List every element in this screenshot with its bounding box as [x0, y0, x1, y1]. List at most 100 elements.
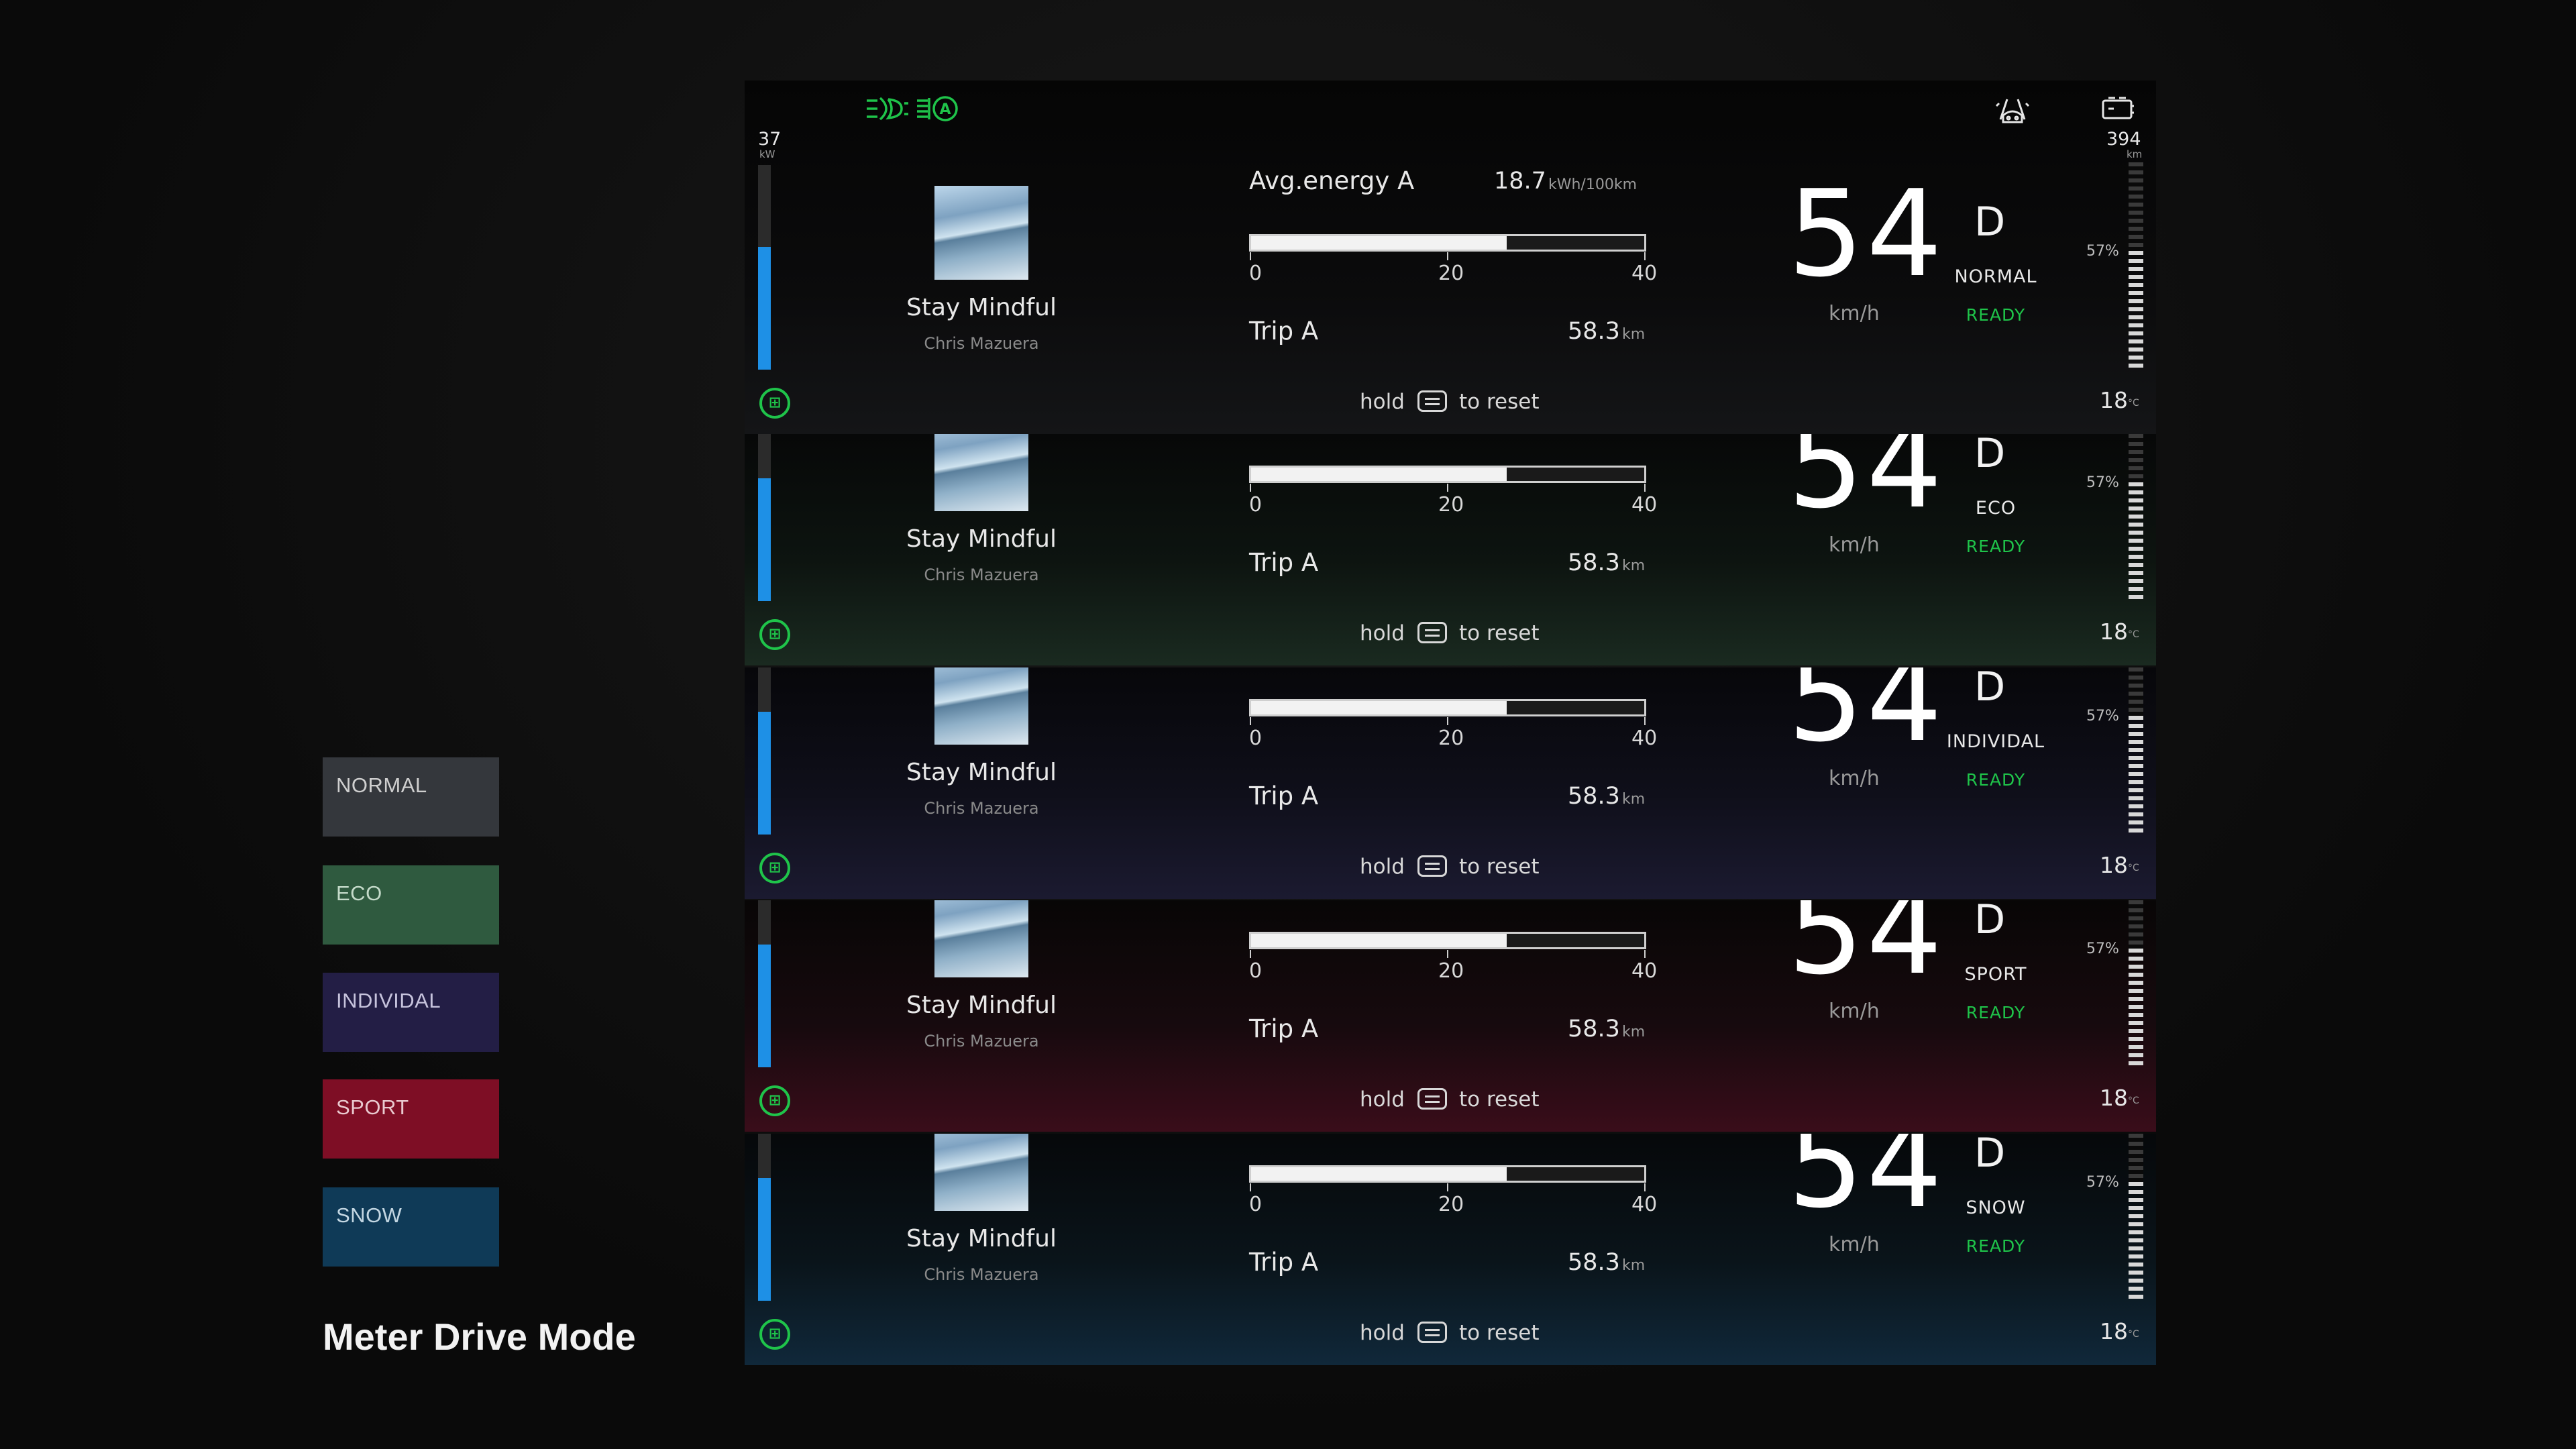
trip-value: 58.3 — [1568, 1016, 1620, 1042]
speed-unit: km/h — [1829, 1000, 1880, 1023]
power-meter — [758, 434, 771, 601]
speed-value: 54 — [1788, 667, 1945, 768]
soc-meter — [2129, 900, 2143, 1067]
soc-meter — [2129, 162, 2143, 369]
to-reset-text: to reset — [1459, 390, 1540, 414]
soc-value: 57% — [2086, 1174, 2119, 1191]
power-meter-fill — [758, 247, 771, 370]
headlight-icon — [867, 97, 908, 121]
scale-label-mid: 20 — [1438, 959, 1464, 983]
soc-meter-empty — [2129, 900, 2143, 949]
artist-name: Chris Mazuera — [924, 1032, 1039, 1051]
scale-tick — [1644, 252, 1646, 260]
power-meter-fill — [758, 712, 771, 835]
range-unit: km — [2127, 148, 2143, 160]
album-art — [934, 667, 1028, 745]
artist-name: Chris Mazuera — [924, 1265, 1039, 1284]
scale-tick — [1250, 484, 1251, 492]
hold-text: hold — [1360, 1321, 1405, 1345]
eco-drive-icon: ⊞ — [759, 853, 790, 883]
legend-individual: INDIVIDAL — [323, 973, 499, 1052]
temperature-value: 18 — [2100, 619, 2128, 645]
trip-progress-fill — [1251, 934, 1507, 947]
trip-unit: km — [1622, 1257, 1646, 1274]
scale-tick — [1250, 1183, 1251, 1191]
cluster-content: 37 kW ⊞ A Stay Mindful Chris Mazuera Avg… — [745, 667, 2156, 899]
scale-tick — [1447, 950, 1448, 958]
soc-meter-empty — [2129, 1134, 2143, 1183]
hold-text: hold — [1360, 1087, 1405, 1112]
soc-meter — [2129, 1134, 2143, 1300]
speed-value: 54 — [1788, 434, 1945, 535]
album-art — [934, 900, 1028, 977]
scale-label-min: 0 — [1249, 262, 1263, 285]
cluster-panel-normal: 37 kW ⊞ A Stay Mindful Chris Mazuera Avg… — [745, 80, 2156, 434]
cluster-content: 37 kW ⊞ A Stay Mindful Chris Mazuera Avg… — [745, 1134, 2156, 1365]
cluster-panel-snow: 37 kW ⊞ A Stay Mindful Chris Mazuera Avg… — [745, 1134, 2156, 1365]
trip-label: Trip A — [1249, 317, 1319, 345]
power-meter — [758, 1134, 771, 1301]
cluster-content: 37 kW ⊞ A Stay Mindful Chris Mazuera Avg… — [745, 80, 2156, 434]
speed-value: 54 — [1788, 1134, 1945, 1234]
drive-mode-label: SPORT — [1964, 964, 2027, 985]
power-meter — [758, 165, 771, 370]
soc-value: 57% — [2086, 941, 2119, 957]
cluster-panel-eco: 37 kW ⊞ A Stay Mindful Chris Mazuera Avg… — [745, 434, 2156, 665]
scale-label-mid: 20 — [1438, 727, 1464, 750]
scale-label-min: 0 — [1249, 959, 1263, 983]
song-title: Stay Mindful — [906, 759, 1057, 786]
reset-button-icon — [1417, 1088, 1447, 1110]
temperature-unit: °C — [2128, 398, 2139, 409]
soc-meter — [2129, 434, 2143, 600]
scale-label-max: 40 — [1631, 727, 1658, 750]
scale-tick — [1447, 1183, 1448, 1191]
trip-value: 58.3 — [1568, 318, 1620, 345]
scale-tick — [1250, 717, 1251, 725]
gear-indicator: D — [1974, 900, 2006, 943]
temperature-value: 18 — [2100, 1318, 2128, 1344]
soc-value: 57% — [2086, 243, 2119, 260]
cluster-content: 37 kW ⊞ A Stay Mindful Chris Mazuera Avg… — [745, 434, 2156, 665]
ready-status: READY — [1966, 1003, 2026, 1022]
to-reset-text: to reset — [1459, 855, 1540, 879]
power-value: 37 — [758, 129, 782, 150]
trip-progress-bar — [1249, 699, 1646, 716]
soc-meter — [2129, 667, 2143, 834]
song-title: Stay Mindful — [906, 991, 1057, 1019]
page-title: Meter Drive Mode — [323, 1316, 636, 1358]
trip-progress-fill — [1251, 701, 1507, 714]
speed-unit: km/h — [1829, 767, 1880, 790]
drive-mode-label: NORMAL — [1954, 266, 2037, 287]
gear-indicator: D — [1974, 667, 2006, 710]
speed-value: 54 — [1788, 164, 1945, 303]
power-meter — [758, 900, 771, 1067]
ready-status: READY — [1966, 537, 2026, 556]
gear-indicator: D — [1974, 199, 2006, 246]
scale-tick — [1447, 252, 1448, 260]
scale-label-min: 0 — [1249, 1193, 1263, 1216]
soc-meter-empty — [2129, 434, 2143, 483]
ready-status: READY — [1966, 770, 2026, 790]
legend-snow: SNOW — [323, 1187, 499, 1267]
drive-mode-label: INDIVIDAL — [1946, 731, 2045, 752]
trip-value: 58.3 — [1568, 549, 1620, 576]
scale-label-mid: 20 — [1438, 493, 1464, 517]
to-reset-text: to reset — [1459, 1087, 1540, 1112]
trip-label: Trip A — [1249, 1014, 1319, 1043]
scale-tick — [1250, 252, 1251, 260]
trip-label: Trip A — [1249, 1248, 1319, 1277]
ready-status: READY — [1966, 305, 2026, 325]
scale-tick — [1644, 1183, 1646, 1191]
legend-eco: ECO — [323, 865, 499, 945]
temperature-unit: °C — [2128, 863, 2139, 873]
battery-range-icon — [2102, 97, 2134, 119]
scale-label-min: 0 — [1249, 493, 1263, 517]
artist-name: Chris Mazuera — [924, 799, 1039, 818]
hold-text: hold — [1360, 390, 1405, 414]
power-meter-fill — [758, 945, 771, 1067]
avg-energy-label: Avg.energy A — [1249, 166, 1415, 195]
trip-progress-fill — [1251, 468, 1507, 481]
speed-unit: km/h — [1829, 302, 1880, 325]
trip-progress-bar — [1249, 932, 1646, 949]
trip-unit: km — [1622, 791, 1646, 808]
